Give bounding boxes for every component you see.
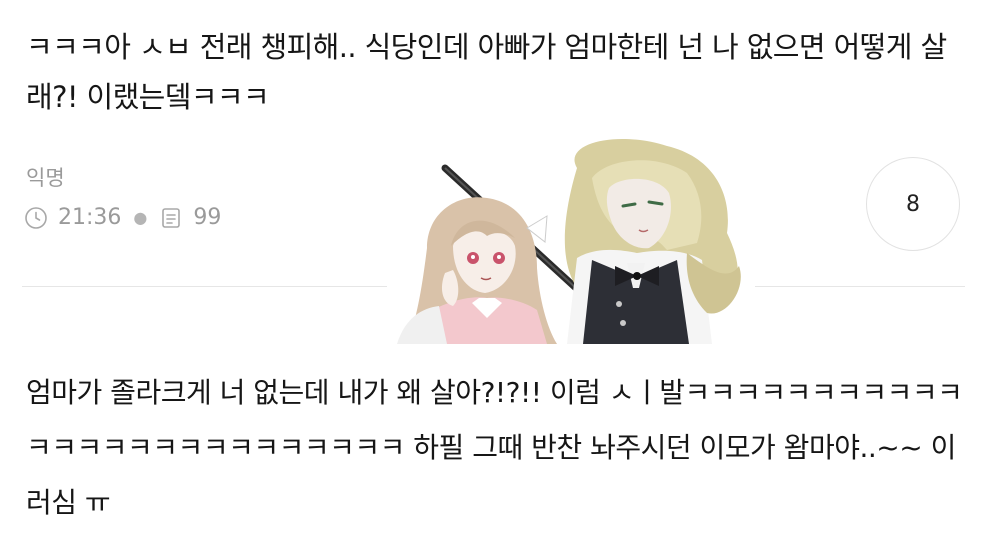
post-time: 21:36 bbox=[58, 205, 122, 230]
anime-characters-illustration bbox=[387, 138, 755, 344]
meta-separator: ● bbox=[133, 208, 148, 227]
comment-count: 8 bbox=[906, 191, 920, 217]
document-icon bbox=[162, 207, 181, 228]
post-title: ㅋㅋㅋ아 ㅅㅂ 전래 챙피해.. 식당인데 아빠가 엄마한테 넌 나 없으면 어… bbox=[26, 30, 947, 114]
author-name: 익명 bbox=[26, 166, 65, 190]
comment-count-button[interactable]: 8 bbox=[866, 157, 960, 251]
post-meta-row: 21:36 ● 99 bbox=[24, 205, 221, 230]
comment-text: 엄마가 졸라크게 너 없는데 내가 왜 살아?!?!! 이럼 ㅅㅣ발ㅋㅋㅋㅋㅋㅋ… bbox=[26, 376, 963, 519]
clock-icon bbox=[25, 206, 47, 229]
view-count: 99 bbox=[193, 205, 222, 230]
